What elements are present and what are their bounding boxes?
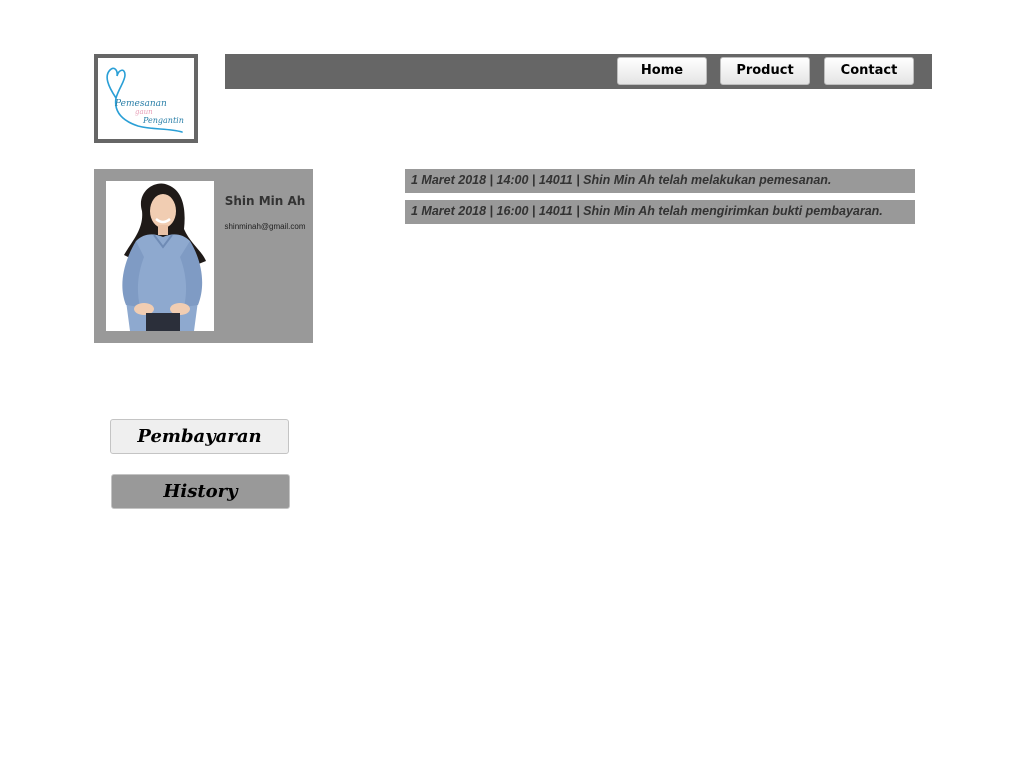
profile-email: shinminah@gmail.com xyxy=(224,222,306,231)
logo-text-line2: gaun xyxy=(135,108,153,116)
top-nav-bar: Home Product Contact xyxy=(225,54,932,89)
logo-image: Pemesanan gaun Pengantin xyxy=(98,58,194,139)
nav-product-button[interactable]: Product xyxy=(720,57,810,85)
logo-text-line3: Pengantin xyxy=(143,116,184,125)
profile-name: Shin Min Ah xyxy=(224,194,306,208)
history-button[interactable]: History xyxy=(111,474,290,509)
avatar-illustration xyxy=(122,183,206,331)
site-logo[interactable]: Pemesanan gaun Pengantin xyxy=(94,54,198,143)
nav-home-button[interactable]: Home xyxy=(617,57,707,85)
pembayaran-button[interactable]: Pembayaran xyxy=(110,419,289,454)
profile-photo xyxy=(106,181,214,331)
profile-card: Shin Min Ah shinminah@gmail.com xyxy=(94,169,313,343)
history-entry: 1 Maret 2018 | 16:00 | 14011 | Shin Min … xyxy=(405,200,915,224)
history-entry: 1 Maret 2018 | 14:00 | 14011 | Shin Min … xyxy=(405,169,915,193)
nav-contact-button[interactable]: Contact xyxy=(824,57,914,85)
